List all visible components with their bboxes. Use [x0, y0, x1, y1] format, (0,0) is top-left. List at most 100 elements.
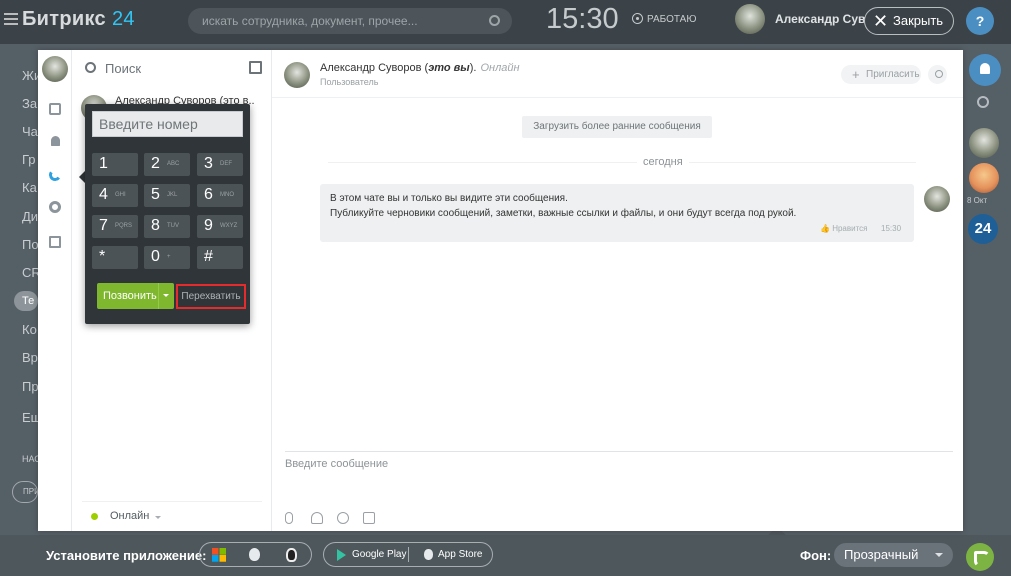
rail-date: 8 Окт — [967, 196, 988, 205]
avatar[interactable] — [969, 128, 999, 158]
smile-icon[interactable] — [337, 512, 349, 524]
key-digit: 1 — [99, 155, 108, 172]
key-letters: + — [167, 254, 171, 260]
phone-icon[interactable] — [48, 168, 62, 182]
key-letters: TUV — [167, 223, 179, 229]
key-letters: GHI — [115, 192, 126, 198]
chat-search-input[interactable]: Поиск — [105, 61, 141, 76]
dial-key[interactable]: * — [92, 246, 138, 269]
phone-icon[interactable] — [966, 543, 994, 571]
message-time: 15:30 — [881, 224, 902, 233]
invite-button[interactable]: Пригласить — [841, 65, 921, 84]
notifications-icon[interactable] — [969, 54, 1001, 86]
like-button[interactable]: 👍 Нравится — [820, 224, 868, 233]
bg-menu-item: Ко — [22, 322, 37, 337]
dial-key[interactable]: 1 — [92, 153, 138, 176]
windows-icon[interactable] — [212, 548, 226, 562]
logo-number: 24 — [111, 8, 135, 30]
dial-key[interactable]: 9 WXYZ — [197, 215, 243, 238]
message-input[interactable]: Введите сообщение — [285, 458, 388, 470]
avatar[interactable] — [969, 163, 999, 193]
bg-menu-item-active: Те — [14, 291, 38, 311]
background-select[interactable]: Прозрачный — [834, 543, 953, 567]
bg-menu-button: ПРИ — [12, 481, 38, 503]
global-search-input[interactable]: искать сотрудника, документ, прочее... — [188, 8, 512, 34]
dial-key[interactable]: 2 ABC — [144, 153, 190, 176]
compose-icon[interactable] — [249, 61, 262, 74]
dial-key[interactable]: 8 TUV — [144, 215, 190, 238]
message-text: Публикуйте черновики сообщений, заметки,… — [330, 208, 797, 219]
app-store-link[interactable]: App Store — [423, 549, 482, 560]
divider — [408, 547, 409, 562]
bell-icon[interactable] — [51, 136, 60, 146]
chat-header: Александр Суворов (это вы). Онлайн Пользо… — [272, 50, 963, 98]
key-letters: DEF — [220, 161, 232, 167]
avatar[interactable] — [42, 56, 68, 82]
dial-key[interactable]: 5 JKL — [144, 184, 190, 207]
bg-menu-item: CR — [22, 265, 38, 280]
bg-menu-item: Пр — [22, 379, 38, 394]
chat-title[interactable]: Александр Суворов (это вы). Онлайн — [320, 62, 520, 74]
search-placeholder: искать сотрудника, документ, прочее... — [202, 14, 418, 28]
top-bar: Битрикс 24 искать сотрудника, документ, п… — [0, 0, 1011, 44]
key-digit: * — [99, 248, 106, 265]
dial-key[interactable]: # — [197, 246, 243, 269]
key-digit: 2 — [151, 155, 160, 172]
work-status[interactable]: РАБОТАЮ — [632, 13, 696, 25]
divider — [82, 501, 262, 502]
chat-title-name: Александр Суворов ( — [320, 62, 429, 74]
dial-key[interactable]: 7 PQRS — [92, 215, 138, 238]
phone-number-input[interactable]: Введите номер — [92, 111, 243, 137]
chat-subtitle: Пользователь — [320, 77, 379, 87]
avatar[interactable] — [284, 62, 310, 88]
document-icon[interactable] — [363, 512, 375, 524]
avatar[interactable] — [735, 4, 765, 34]
bg-menu-item: Жи — [22, 68, 38, 83]
clock-icon — [632, 13, 643, 24]
search-icon[interactable] — [977, 96, 989, 108]
background-left-menu: Жи За Ча Гр Ка Ди По CR Те Ко Вр Пр Ещ Н… — [0, 44, 38, 544]
key-digit: 6 — [204, 186, 213, 203]
dial-key[interactable]: 6 MNO — [197, 184, 243, 207]
bg-menu-item: НАС — [22, 454, 38, 464]
dial-key[interactable]: 3 DEF — [197, 153, 243, 176]
bg-menu-item: Вр — [22, 350, 38, 365]
dial-key[interactable]: 0 + — [144, 246, 190, 269]
apple-icon[interactable] — [249, 548, 260, 561]
attach-icon[interactable] — [285, 512, 293, 524]
message-text: В этом чате вы и только вы видите эти со… — [330, 193, 568, 204]
status-selector[interactable]: Онлайн — [91, 510, 162, 522]
help-button[interactable]: ? — [966, 7, 994, 35]
linux-icon[interactable] — [286, 548, 297, 562]
key-letters: WXYZ — [220, 223, 238, 229]
key-digit: 5 — [151, 186, 160, 203]
key-digit: 9 — [204, 217, 213, 234]
divider — [285, 451, 953, 452]
clock[interactable]: 15:30 — [546, 3, 619, 36]
divider — [328, 162, 916, 163]
key-letters: ABC — [167, 161, 180, 167]
key-digit: 3 — [204, 155, 213, 172]
bg-menu-item: Ди — [22, 209, 38, 224]
key-letters: PQRS — [115, 223, 133, 229]
background-label: Фон: — [800, 548, 832, 563]
history-search-icon[interactable] — [928, 65, 947, 84]
logo[interactable]: Битрикс 24 — [22, 8, 135, 31]
dial-key[interactable]: 4 GHI — [92, 184, 138, 207]
bitrix24-icon[interactable]: 24 — [968, 214, 998, 244]
gear-icon[interactable] — [49, 201, 61, 213]
google-play-link[interactable]: Google Play — [336, 549, 406, 561]
key-digit: 0 — [151, 248, 160, 265]
search-icon — [489, 15, 500, 26]
chat-icon[interactable] — [49, 103, 61, 115]
intercept-button[interactable]: Перехватить — [176, 284, 246, 309]
bg-menu-item: Ещ — [22, 410, 38, 425]
news-icon[interactable] — [49, 236, 61, 248]
user-icon[interactable] — [311, 512, 323, 524]
call-options-dropdown[interactable] — [158, 283, 174, 309]
call-button[interactable]: Позвонить — [97, 283, 162, 309]
online-status: Онлайн — [480, 62, 520, 74]
load-older-button[interactable]: Загрузить более ранние сообщения — [522, 116, 712, 138]
close-button[interactable]: ✕ Закрыть — [864, 7, 954, 35]
menu-icon[interactable] — [4, 13, 18, 25]
